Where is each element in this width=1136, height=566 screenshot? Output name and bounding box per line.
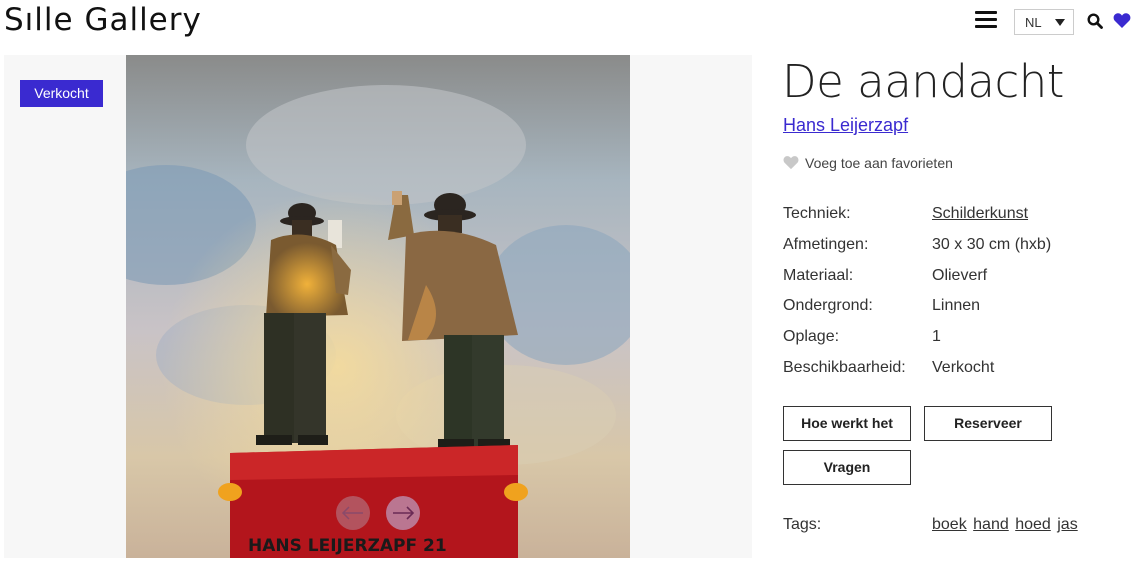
- spec-row-edition: Oplage: 1: [783, 328, 1123, 359]
- sold-badge: Verkocht: [20, 80, 103, 107]
- spec-value: 30 x 30 cm (hxb): [932, 235, 1052, 253]
- spec-value: Olieverf: [932, 266, 988, 284]
- ask-question-button[interactable]: Vragen: [783, 450, 911, 485]
- spec-row-technique: Techniek: Schilderkunst: [783, 205, 1123, 236]
- spec-label: Ondergrond:: [783, 297, 873, 315]
- search-icon[interactable]: [1087, 13, 1103, 29]
- spec-value: Linnen: [932, 297, 981, 315]
- spec-value: Verkocht: [932, 358, 995, 376]
- tag-link[interactable]: jas: [1057, 516, 1077, 533]
- language-select[interactable]: NL: [1014, 9, 1074, 35]
- artist-link[interactable]: Hans Leijerzapf: [783, 115, 908, 136]
- arrow-right-icon: [393, 506, 415, 520]
- spec-label: Afmetingen:: [783, 235, 869, 253]
- spec-row-availability: Beschikbaarheid: Verkocht: [783, 359, 1123, 390]
- spec-row-substrate: Ondergrond: Linnen: [783, 297, 1123, 328]
- reserve-button[interactable]: Reserveer: [924, 406, 1052, 441]
- artist-signature: HANS LEIJERZAPF 21: [248, 536, 447, 556]
- spec-value: 1: [932, 328, 941, 346]
- add-to-favorites-link[interactable]: Voeg toe aan favorieten: [783, 155, 953, 171]
- tags-label: Tags:: [783, 516, 822, 533]
- favorite-label: Voeg toe aan favorieten: [805, 155, 953, 171]
- previous-image-button[interactable]: [336, 496, 370, 530]
- spec-label: Beschikbaarheid:: [783, 358, 906, 376]
- spec-label: Techniek:: [783, 205, 851, 222]
- spec-row-dimensions: Afmetingen: 30 x 30 cm (hxb): [783, 236, 1123, 267]
- heart-outline-icon: [783, 156, 799, 170]
- hamburger-menu-icon[interactable]: [975, 11, 997, 29]
- technique-link[interactable]: Schilderkunst: [932, 205, 1028, 222]
- spec-label: Oplage:: [783, 328, 840, 346]
- tag-link[interactable]: boek: [932, 516, 967, 533]
- artwork-specs: Techniek: Schilderkunst Afmetingen: 30 x…: [783, 205, 1123, 390]
- artwork-image: HANS LEIJERZAPF 21: [126, 55, 630, 558]
- favorites-heart-icon[interactable]: [1113, 12, 1131, 29]
- artwork-title: De aandacht: [782, 55, 1064, 108]
- caret-down-icon: [1055, 19, 1065, 26]
- tags-list: boek hand hoed jas: [932, 516, 1080, 534]
- arrow-left-icon: [341, 506, 363, 520]
- site-logo[interactable]: Sılle Gallery: [4, 2, 202, 38]
- how-it-works-button[interactable]: Hoe werkt het: [783, 406, 911, 441]
- spec-label: Materiaal:: [783, 266, 854, 284]
- tag-link[interactable]: hand: [973, 516, 1009, 533]
- tag-link[interactable]: hoed: [1015, 516, 1051, 533]
- spec-row-material: Materiaal: Olieverf: [783, 267, 1123, 298]
- next-image-button[interactable]: [386, 496, 420, 530]
- language-value: NL: [1025, 15, 1042, 30]
